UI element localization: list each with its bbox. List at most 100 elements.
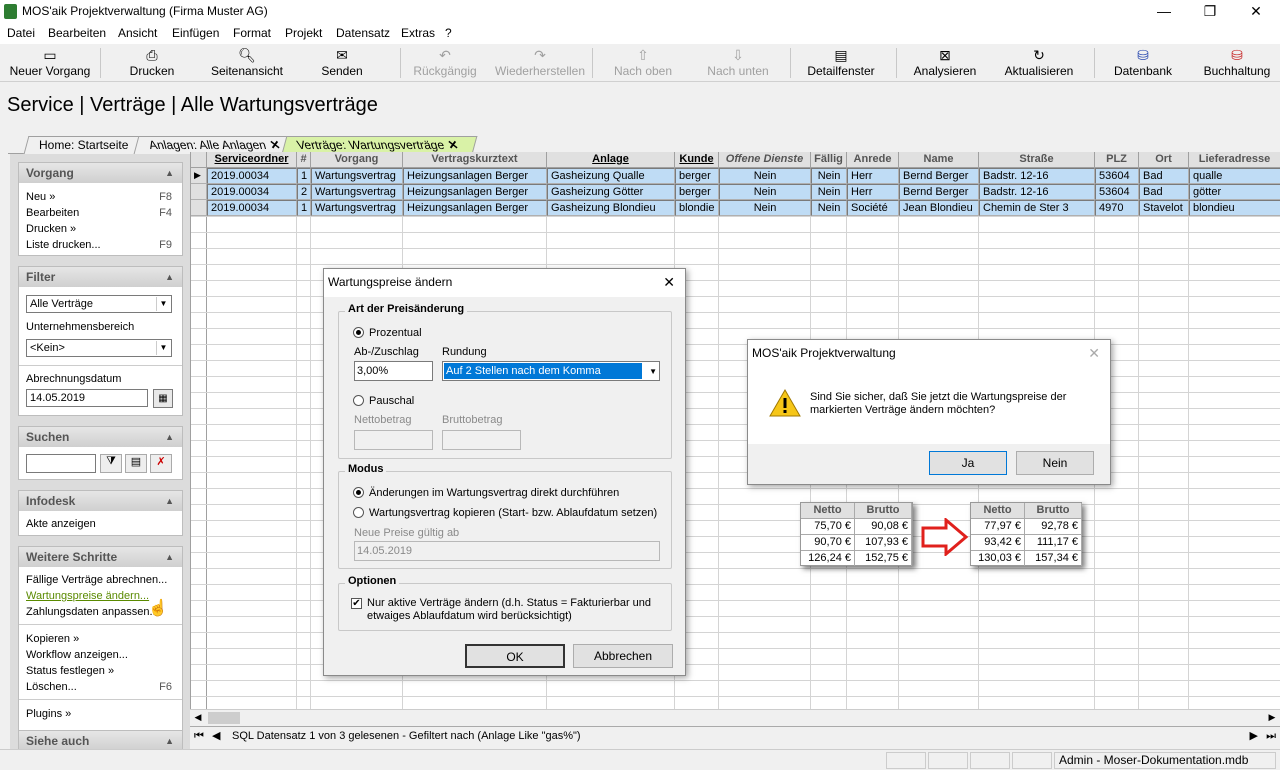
column-header[interactable]: Name: [899, 152, 979, 168]
filter-list-icon[interactable]: ▤: [125, 454, 147, 473]
abbrechen-button[interactable]: Abbrechen: [573, 644, 673, 668]
aktualisieren-button[interactable]: ↻ Aktualisieren: [1000, 46, 1078, 80]
dialog-close-icon[interactable]: ✕: [1088, 340, 1100, 366]
table-cell[interactable]: Badstr. 12-16: [979, 184, 1095, 200]
column-header[interactable]: Ort: [1139, 152, 1189, 168]
table-cell[interactable]: berger: [675, 184, 719, 200]
column-header[interactable]: Vertragskurztext: [403, 152, 547, 168]
close-button[interactable]: ✕: [1236, 2, 1276, 22]
column-header[interactable]: Kunde: [675, 152, 719, 168]
sidebar-item-workflow[interactable]: Workflow anzeigen...: [19, 647, 182, 663]
neuer-vorgang-button[interactable]: ▭ Neuer Vorgang: [6, 46, 94, 80]
section-header[interactable]: Weitere Schritte ▲: [19, 547, 182, 567]
horizontal-scrollbar[interactable]: ◀ ▶: [190, 709, 1280, 726]
section-header[interactable]: Suchen ▲: [19, 427, 182, 447]
close-tab-icon[interactable]: ✕: [268, 137, 282, 153]
clear-filter-icon[interactable]: ✗: [150, 454, 172, 473]
sidebar-item-plugins[interactable]: Plugins »: [19, 706, 182, 722]
menu-help[interactable]: ?: [445, 26, 452, 40]
table-cell[interactable]: Chemin de Ster 3: [979, 200, 1095, 216]
checkbox-nur-aktive[interactable]: ✔: [351, 598, 362, 609]
table-cell[interactable]: Bernd Berger: [899, 184, 979, 200]
table-cell[interactable]: Bernd Berger: [899, 168, 979, 184]
menu-format[interactable]: Format: [233, 26, 271, 40]
table-cell[interactable]: Nein: [719, 200, 811, 216]
table-cell[interactable]: 2: [297, 184, 311, 200]
tab-home[interactable]: Home: Startseite: [23, 136, 148, 154]
table-cell[interactable]: 2019.00034: [207, 200, 297, 216]
column-header[interactable]: PLZ: [1095, 152, 1139, 168]
wiederherstellen-button[interactable]: ↷ Wiederherstellen: [492, 46, 588, 80]
dialog-close-icon[interactable]: ✕: [663, 269, 675, 295]
table-cell[interactable]: Bad: [1139, 184, 1189, 200]
scroll-thumb[interactable]: [208, 712, 240, 724]
table-cell[interactable]: Wartungsvertrag: [311, 168, 403, 184]
row-selector[interactable]: ▶: [191, 168, 207, 184]
table-cell[interactable]: 53604: [1095, 184, 1139, 200]
nav-prev-icon[interactable]: ◀: [212, 727, 220, 745]
table-cell[interactable]: Herr: [847, 184, 899, 200]
section-header[interactable]: Filter ▲: [19, 267, 182, 287]
sidebar-item-akte-anzeigen[interactable]: Akte anzeigen: [19, 516, 182, 532]
table-cell[interactable]: Heizungsanlagen Berger: [403, 168, 547, 184]
table-cell[interactable]: 53604: [1095, 168, 1139, 184]
section-header[interactable]: Infodesk ▲: [19, 491, 182, 511]
sidebar-item-drucken[interactable]: Drucken »: [19, 221, 182, 237]
nach-unten-button[interactable]: ⇩ Nach unten: [700, 46, 776, 80]
table-cell[interactable]: Gasheizung Blondieu: [547, 200, 675, 216]
column-header[interactable]: Serviceordner: [207, 152, 297, 168]
table-cell[interactable]: Nein: [811, 200, 847, 216]
sidebar-item-loeschen[interactable]: Löschen... F6: [19, 679, 182, 695]
table-cell[interactable]: 1: [297, 200, 311, 216]
ja-button[interactable]: Ja: [929, 451, 1007, 475]
unternehmensbereich-select[interactable]: <Kein> ▼: [26, 339, 172, 357]
menu-datensatz[interactable]: Datensatz: [336, 26, 390, 40]
table-cell[interactable]: Nein: [719, 168, 811, 184]
menu-einfuegen[interactable]: Einfügen: [172, 26, 219, 40]
table-cell[interactable]: blondie: [675, 200, 719, 216]
table-cell[interactable]: götter: [1189, 184, 1280, 200]
table-cell[interactable]: Wartungsvertrag: [311, 200, 403, 216]
filter-select[interactable]: Alle Verträge ▼: [26, 295, 172, 313]
close-tab-icon[interactable]: ✕: [446, 137, 460, 153]
nav-last-icon[interactable]: ⏭: [1266, 727, 1276, 745]
neue-preise-date[interactable]: 14.05.2019: [354, 541, 660, 561]
column-header[interactable]: Offene Dienste: [719, 152, 811, 168]
menu-extras[interactable]: Extras: [401, 26, 435, 40]
column-header[interactable]: #: [297, 152, 311, 168]
radio-direkt[interactable]: [353, 487, 364, 498]
table-cell[interactable]: Heizungsanlagen Berger: [403, 200, 547, 216]
search-filter-icon[interactable]: ⧩: [100, 454, 122, 473]
sidebar-item-neu[interactable]: Neu » F8: [19, 189, 182, 205]
sidebar-item-bearbeiten[interactable]: Bearbeiten F4: [19, 205, 182, 221]
table-cell[interactable]: blondieu: [1189, 200, 1280, 216]
nettobetrag-input[interactable]: [354, 430, 433, 450]
menu-projekt[interactable]: Projekt: [285, 26, 322, 40]
column-header[interactable]: Anrede: [847, 152, 899, 168]
table-cell[interactable]: Herr: [847, 168, 899, 184]
rundung-select[interactable]: Auf 2 Stellen nach dem Komma ▼: [442, 361, 660, 381]
detailfenster-button[interactable]: ▤ Detailfenster: [802, 46, 880, 80]
drucken-button[interactable]: ⎙ Drucken: [122, 46, 182, 80]
row-selector[interactable]: [191, 200, 207, 216]
nav-first-icon[interactable]: ⏮: [194, 727, 204, 745]
table-cell[interactable]: qualle: [1189, 168, 1280, 184]
nach-oben-button[interactable]: ⇧ Nach oben: [608, 46, 678, 80]
maximize-button[interactable]: ❐: [1190, 2, 1230, 22]
sidebar-item-faellige-vertraege[interactable]: Fällige Verträge abrechnen...: [19, 572, 182, 588]
table-cell[interactable]: Bad: [1139, 168, 1189, 184]
table-cell[interactable]: 1: [297, 168, 311, 184]
table-cell[interactable]: Stavelot: [1139, 200, 1189, 216]
radio-kopieren[interactable]: [353, 507, 364, 518]
table-cell[interactable]: berger: [675, 168, 719, 184]
minimize-button[interactable]: —: [1144, 2, 1184, 22]
senden-button[interactable]: ✉ Senden: [318, 46, 366, 80]
table-cell[interactable]: Jean Blondieu: [899, 200, 979, 216]
radio-pauschal[interactable]: [353, 395, 364, 406]
table-cell[interactable]: 4970: [1095, 200, 1139, 216]
buchhaltung-button[interactable]: ⛁ Buchhaltung: [1198, 46, 1276, 80]
ok-button[interactable]: OK: [465, 644, 565, 668]
calendar-icon[interactable]: ▦: [153, 389, 173, 408]
row-selector[interactable]: [191, 184, 207, 200]
menu-bearbeiten[interactable]: Bearbeiten: [48, 26, 106, 40]
